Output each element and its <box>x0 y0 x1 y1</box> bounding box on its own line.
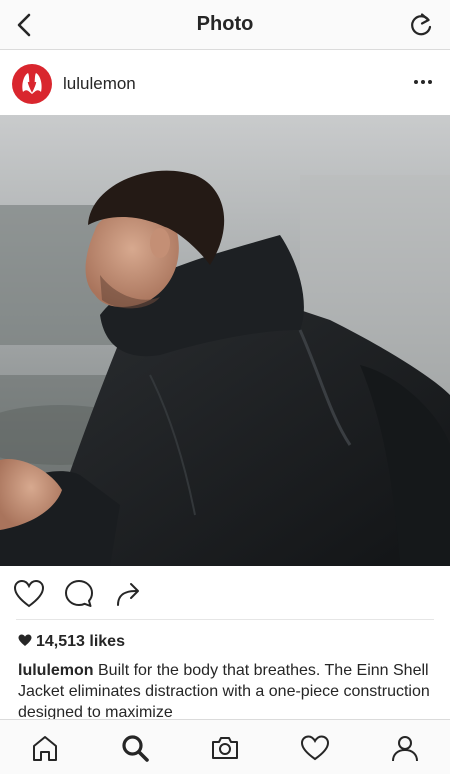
post-header: lululemon <box>0 51 450 115</box>
actions-divider <box>16 619 434 620</box>
refresh-icon[interactable] <box>408 11 434 39</box>
comment-icon[interactable] <box>62 578 96 610</box>
heart-icon[interactable] <box>12 578 46 610</box>
camera-icon[interactable] <box>210 733 240 763</box>
more-options-icon[interactable] <box>412 77 434 87</box>
likes-count[interactable]: 14,513 likes <box>18 633 125 651</box>
top-navigation-bar: Photo <box>0 0 450 50</box>
bottom-tab-bar <box>0 719 450 774</box>
post-photo[interactable] <box>0 115 450 566</box>
page-title: Photo <box>196 13 254 35</box>
filled-heart-icon <box>18 634 32 646</box>
photo-runner-illustration <box>0 115 450 566</box>
caption-username[interactable]: lululemon <box>18 662 94 679</box>
share-icon[interactable] <box>112 578 146 610</box>
avatar[interactable] <box>12 64 52 104</box>
home-icon[interactable] <box>30 733 60 763</box>
activity-heart-icon[interactable] <box>300 733 330 763</box>
lululemon-logo-icon <box>22 73 42 94</box>
search-icon[interactable] <box>120 733 150 763</box>
profile-icon[interactable] <box>390 733 420 763</box>
likes-text: 14,513 likes <box>36 633 125 650</box>
post-username[interactable]: lululemon <box>63 74 136 94</box>
post-actions <box>0 566 450 620</box>
post-caption: lululemon Built for the body that breath… <box>18 660 438 723</box>
